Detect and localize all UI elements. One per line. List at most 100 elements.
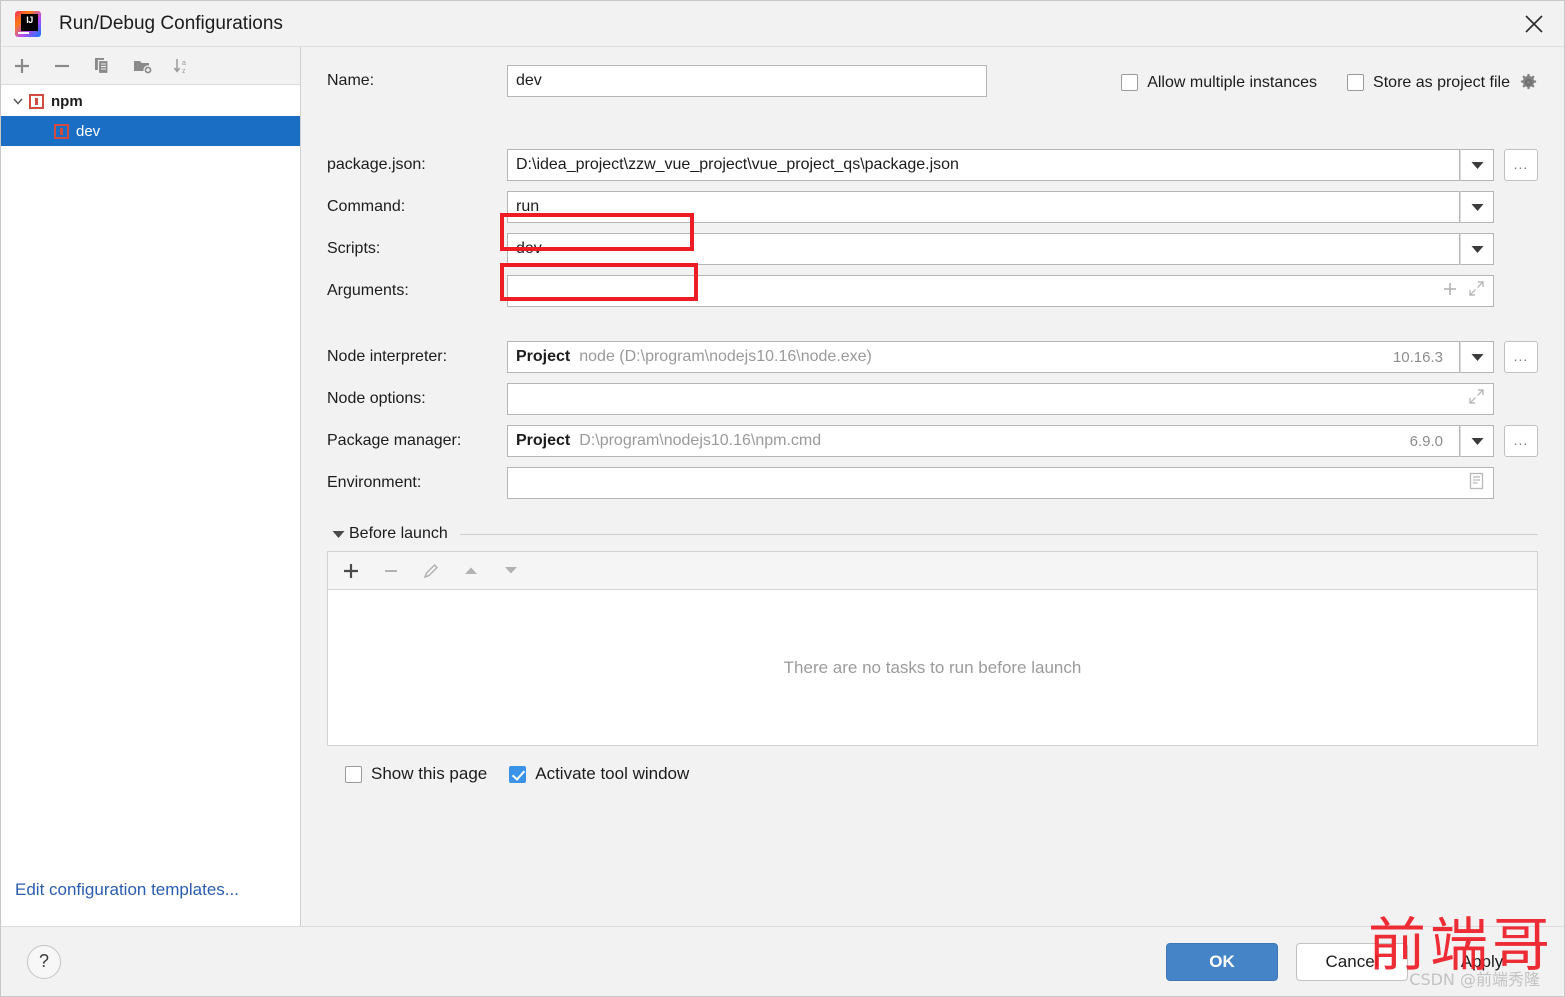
cancel-button[interactable]: Cancel — [1296, 942, 1408, 981]
show-this-page-checkbox[interactable]: Show this page — [345, 764, 487, 784]
add-configuration-button[interactable] — [9, 53, 35, 79]
before-launch-header[interactable]: Before launch — [327, 525, 1538, 543]
checkbox-box — [1347, 74, 1365, 91]
package-manager-version: 6.9.0 — [1409, 432, 1443, 450]
arguments-input[interactable] — [507, 275, 1494, 307]
environment-input[interactable] — [507, 467, 1494, 499]
scripts-input[interactable]: dev — [507, 233, 1460, 265]
tree-node-label: npm — [51, 92, 83, 110]
before-launch-title: Before launch — [349, 525, 448, 542]
tree-node-label: dev — [76, 122, 101, 140]
configurations-tree[interactable]: npm dev — [1, 85, 300, 880]
npm-icon — [29, 93, 44, 109]
node-interpreter-input[interactable]: Project node (D:\program\nodejs10.16\nod… — [507, 341, 1460, 373]
package-manager-scope: Project — [516, 432, 571, 449]
package-manager-input[interactable]: Project D:\program\nodejs10.16\npm.cmd 6… — [507, 425, 1460, 457]
package-manager-value: D:\program\nodejs10.16\npm.cmd — [579, 432, 822, 449]
add-task-button[interactable] — [338, 558, 364, 584]
gear-icon[interactable] — [1519, 73, 1538, 92]
apply-button[interactable]: Apply — [1426, 943, 1538, 981]
configuration-form: Name: dev Allow multiple instances Store… — [301, 47, 1564, 926]
command-dropdown-icon[interactable] — [1460, 191, 1494, 223]
node-interpreter-row: Node interpreter: Project node (D:\progr… — [327, 341, 1538, 373]
package-json-browse-button[interactable]: ... — [1504, 149, 1538, 181]
checkbox-box — [345, 765, 362, 783]
configurations-sidebar: a z npm dev Edit configuration templates… — [1, 47, 301, 926]
svg-text:z: z — [182, 68, 186, 75]
arguments-field-icons — [1442, 280, 1485, 302]
node-options-input[interactable] — [507, 383, 1494, 415]
environment-field-icons — [1468, 472, 1485, 495]
show-this-page-label: Show this page — [371, 764, 488, 783]
scripts-row: Scripts: dev — [327, 233, 1538, 265]
svg-text:a: a — [182, 60, 186, 67]
environment-row: Environment: — [327, 467, 1538, 499]
node-interpreter-version: 10.16.3 — [1392, 348, 1443, 366]
edit-configuration-templates-link[interactable]: Edit configuration templates... — [15, 880, 239, 899]
before-launch-empty-text: There are no tasks to run before launch — [783, 657, 1082, 677]
sort-configurations-button[interactable]: a z — [169, 53, 195, 79]
command-label: Command: — [327, 198, 406, 215]
node-interpreter-value: node (D:\program\nodejs10.16\node.exe) — [579, 348, 872, 365]
configurations-toolbar: a z — [1, 47, 300, 85]
list-editor-icon[interactable] — [1468, 472, 1485, 495]
dialog-body: a z npm dev Edit configuration templates… — [1, 47, 1564, 926]
allow-multiple-instances-checkbox[interactable]: Allow multiple instances — [1121, 74, 1317, 92]
package-json-dropdown-icon[interactable] — [1460, 149, 1494, 181]
ok-button[interactable]: OK — [1166, 942, 1278, 981]
move-task-up-button — [458, 558, 484, 584]
node-options-label: Node options: — [327, 390, 426, 407]
package-manager-browse-button[interactable]: ... — [1504, 425, 1538, 457]
arguments-label: Arguments: — [327, 282, 409, 299]
chevron-down-icon[interactable] — [7, 90, 29, 112]
package-manager-row: Package manager: Project D:\program\node… — [327, 425, 1538, 457]
move-task-down-button — [498, 558, 524, 584]
node-options-field-icons — [1468, 388, 1485, 410]
run-debug-configurations-dialog: IJ Run/Debug Configurations a z npm dev … — [0, 0, 1565, 997]
activate-tool-window-label: Activate tool window — [535, 764, 690, 783]
node-interpreter-label: Node interpreter: — [327, 348, 448, 365]
node-options-row: Node options: — [327, 383, 1538, 415]
help-button[interactable]: ? — [27, 944, 61, 979]
node-interpreter-scope: Project — [516, 348, 571, 365]
name-value: dev — [516, 72, 542, 89]
package-manager-dropdown-icon[interactable] — [1460, 425, 1494, 457]
activate-tool-window-checkbox[interactable]: Activate tool window — [509, 764, 689, 784]
expand-arrows-icon[interactable] — [1468, 388, 1485, 410]
expand-arrows-icon[interactable] — [1468, 280, 1485, 302]
command-row: Command: run — [327, 191, 1538, 223]
top-options: Allow multiple instances Store as projec… — [1121, 73, 1538, 92]
edit-task-button — [418, 558, 444, 584]
tree-node-dev[interactable]: dev — [1, 116, 300, 146]
name-input[interactable]: dev — [507, 65, 987, 97]
remove-configuration-button[interactable] — [49, 53, 75, 79]
scripts-label: Scripts: — [327, 240, 381, 257]
command-value: run — [516, 198, 540, 215]
plus-icon[interactable] — [1442, 281, 1458, 302]
package-manager-label: Package manager: — [327, 432, 462, 449]
store-as-project-file-checkbox[interactable]: Store as project file — [1347, 73, 1538, 92]
allow-multiple-instances-label: Allow multiple instances — [1147, 73, 1318, 91]
package-json-input[interactable]: D:\idea_project\zzw_vue_project\vue_proj… — [507, 149, 1460, 181]
node-interpreter-browse-button[interactable]: ... — [1504, 341, 1538, 373]
new-folder-button[interactable] — [129, 53, 155, 79]
node-interpreter-dropdown-icon[interactable] — [1460, 341, 1494, 373]
checkbox-box — [1121, 74, 1139, 91]
package-json-row: package.json: D:\idea_project\zzw_vue_pr… — [327, 149, 1538, 181]
section-divider — [459, 533, 1538, 535]
remove-task-button — [378, 558, 404, 584]
scripts-dropdown-icon[interactable] — [1460, 233, 1494, 265]
scripts-value: dev — [516, 240, 542, 257]
triangle-down-icon[interactable] — [327, 530, 349, 539]
dialog-footer: ? OK Cancel Apply — [1, 926, 1564, 996]
package-json-label: package.json: — [327, 156, 426, 173]
copy-configuration-button[interactable] — [89, 53, 115, 79]
close-icon[interactable] — [1504, 1, 1564, 47]
environment-label: Environment: — [327, 474, 422, 491]
bottom-options: Show this page Activate tool window — [327, 764, 1538, 784]
package-json-value: D:\idea_project\zzw_vue_project\vue_proj… — [516, 156, 959, 173]
command-input[interactable]: run — [507, 191, 1460, 223]
before-launch-task-list[interactable]: There are no tasks to run before launch — [327, 589, 1538, 746]
tree-node-npm[interactable]: npm — [1, 86, 300, 116]
